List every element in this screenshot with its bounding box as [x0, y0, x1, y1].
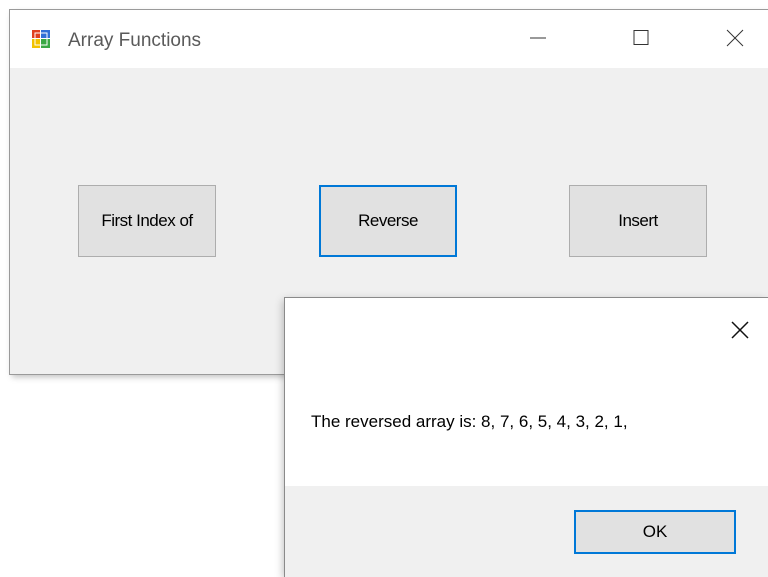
ok-button[interactable]: OK: [574, 510, 736, 554]
message-box-dialog: The reversed array is: 8, 7, 6, 5, 4, 3,…: [285, 298, 768, 577]
close-button[interactable]: [707, 10, 763, 68]
insert-button[interactable]: Insert: [569, 185, 707, 257]
title-bar[interactable]: Array Functions: [10, 10, 768, 68]
first-index-of-button[interactable]: First Index of: [78, 185, 216, 257]
close-icon: [731, 321, 749, 339]
minimize-button[interactable]: [510, 10, 566, 68]
message-text: The reversed array is: 8, 7, 6, 5, 4, 3,…: [311, 412, 628, 431]
maximize-icon: [633, 30, 649, 45]
app-icon: [32, 30, 50, 48]
maximize-button[interactable]: [613, 10, 669, 68]
reverse-button[interactable]: Reverse: [319, 185, 457, 257]
minimize-icon: [530, 37, 546, 39]
close-icon: [726, 29, 744, 47]
dialog-close-button[interactable]: [728, 318, 752, 342]
window-title: Array Functions: [68, 30, 202, 51]
